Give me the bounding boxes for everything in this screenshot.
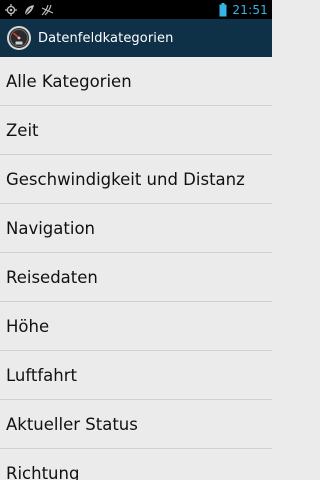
list-item[interactable]: Richtung xyxy=(0,449,272,480)
speedometer-app-icon[interactable] xyxy=(6,25,32,51)
list-item-label: Richtung xyxy=(6,463,80,480)
list-item[interactable]: Höhe xyxy=(0,302,272,351)
status-right-icons: 21:51 xyxy=(219,0,268,19)
list-item[interactable]: Zeit xyxy=(0,106,272,155)
list-item[interactable]: Navigation xyxy=(0,204,272,253)
list-item-label: Alle Kategorien xyxy=(6,71,132,91)
app-title: Datenfeldkategorien xyxy=(38,30,174,46)
status-left-icons xyxy=(5,0,54,19)
list-item-label: Aktueller Status xyxy=(6,414,138,434)
status-bar: 21:51 xyxy=(0,0,272,19)
list-item[interactable]: Alle Kategorien xyxy=(0,57,272,106)
list-item[interactable]: Luftfahrt xyxy=(0,351,272,400)
list-item-label: Luftfahrt xyxy=(6,365,77,385)
list-item-label: Reisedaten xyxy=(6,267,98,287)
list-item-label: Navigation xyxy=(6,218,95,238)
leaf-icon xyxy=(23,4,35,16)
list-item-label: Höhe xyxy=(6,316,50,336)
battery-icon xyxy=(219,2,227,17)
action-bar: Datenfeldkategorien xyxy=(0,19,272,57)
list-item[interactable]: Geschwindigkeit und Distanz xyxy=(0,155,272,204)
category-list[interactable]: Alle Kategorien Zeit Geschwindigkeit und… xyxy=(0,57,272,480)
list-item[interactable]: Aktueller Status xyxy=(0,400,272,449)
list-item[interactable]: Reisedaten xyxy=(0,253,272,302)
list-item-label: Geschwindigkeit und Distanz xyxy=(6,169,245,189)
signal-icon xyxy=(41,4,54,16)
list-item-label: Zeit xyxy=(6,120,39,140)
status-time: 21:51 xyxy=(232,2,268,17)
gps-icon xyxy=(5,3,17,16)
